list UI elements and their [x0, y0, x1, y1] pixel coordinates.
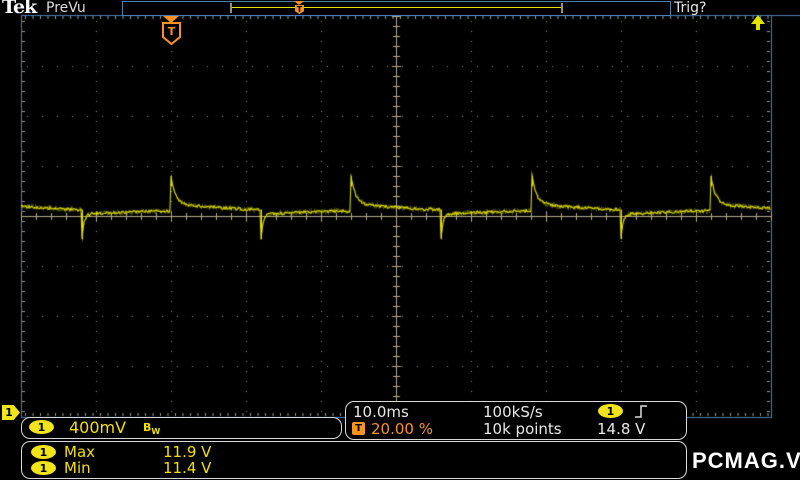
- channel-1-badge: 1: [31, 461, 56, 475]
- record-trigger-position-icon: [294, 1, 304, 5]
- record-window-left-bracket: [230, 3, 232, 13]
- record-window-line: [232, 7, 562, 8]
- measurement-row-min: 1 Min 11.4 V: [22, 460, 686, 476]
- svg-text:T: T: [168, 25, 176, 38]
- time-per-div-value: 10.0ms: [353, 403, 409, 421]
- measurement-value: 11.4 V: [163, 459, 212, 477]
- bandwidth-limit-icon: BW: [143, 421, 160, 436]
- measurement-label: Max: [64, 443, 96, 461]
- channel-1-badge: 1: [29, 420, 54, 434]
- measurement-label: Min: [64, 459, 91, 477]
- pcmag-watermark: PCMAG.VN: [692, 448, 800, 473]
- trigger-level-value: 14.8 V: [597, 420, 646, 438]
- trigger-source-channel-badge: 1: [598, 404, 623, 418]
- bw-sub-letter: W: [151, 427, 161, 437]
- record-length-value: 10k points: [483, 420, 562, 438]
- record-trigger-flag-icon: T: [295, 5, 304, 14]
- trigger-status-label: Trig?: [674, 0, 707, 16]
- trigger-level-up-arrow-icon: [751, 15, 765, 30]
- tek-logo: Tek: [2, 0, 37, 18]
- channel-1-readout[interactable]: 1 400mV BW: [21, 417, 342, 439]
- measurement-row-max: 1 Max 11.9 V: [22, 444, 686, 460]
- measurements-readout[interactable]: 1 Max 11.9 V 1 Min 11.4 V: [21, 441, 687, 479]
- channel-1-badge: 1: [31, 445, 56, 459]
- horizontal-trigger-readout[interactable]: 10.0ms 100kS/s 1 T 20.00 % 10k points 14…: [345, 401, 687, 440]
- measurement-value: 11.9 V: [163, 443, 212, 461]
- trigger-t-badge: T: [352, 422, 365, 435]
- record-view-bar: T: [122, 1, 671, 16]
- oscilloscope-screen: Tek PreVu T Trig? T 1 1 400mV BW 10.0ms …: [0, 0, 800, 480]
- trigger-position-flag-icon: T: [162, 22, 181, 45]
- rising-edge-slope-icon: [635, 405, 647, 418]
- trigger-position-value: 20.00 %: [371, 420, 433, 438]
- sample-rate-value: 100kS/s: [483, 403, 543, 421]
- record-window-right-bracket: [561, 3, 563, 13]
- acquisition-mode-label: PreVu: [46, 0, 86, 16]
- channel-scale-value: 400mV: [69, 418, 127, 437]
